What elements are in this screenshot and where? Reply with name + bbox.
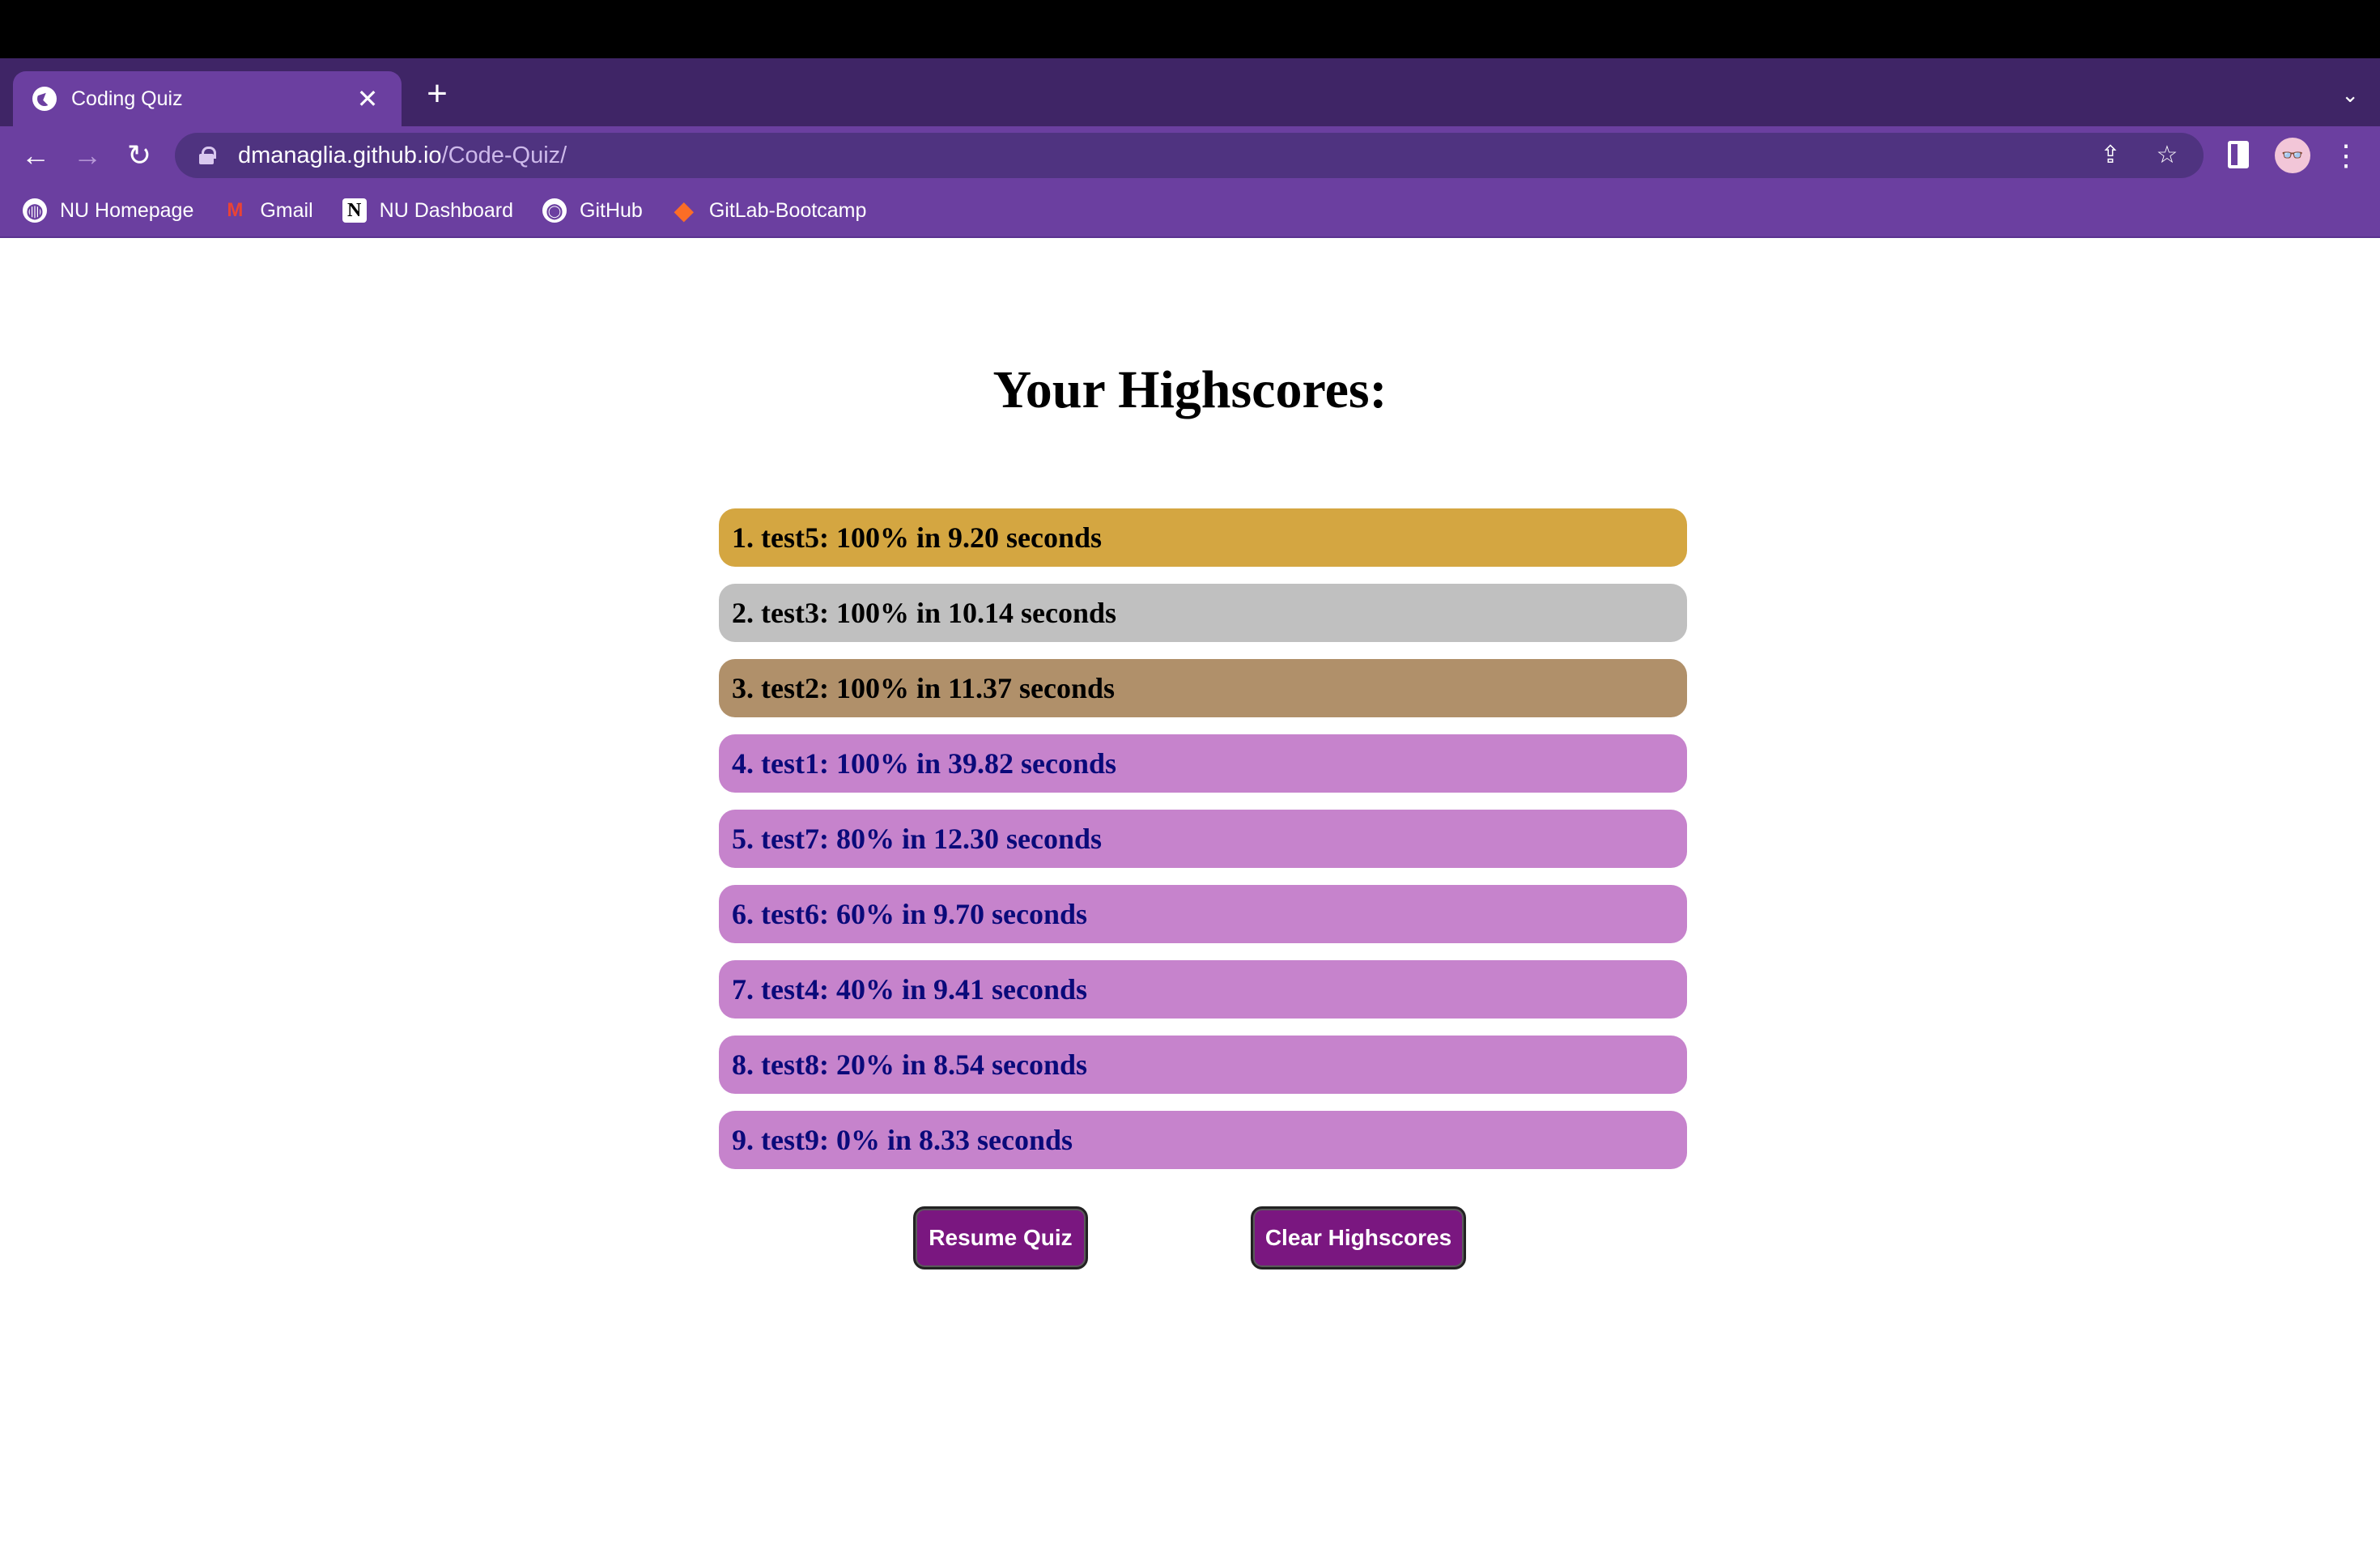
bookmark-label: NU Homepage bbox=[60, 198, 194, 222]
highscore-item: 4. test1: 100% in 39.82 seconds bbox=[719, 734, 1687, 793]
clear-highscores-button[interactable]: Clear Highscores bbox=[1251, 1206, 1466, 1269]
globe-icon bbox=[32, 87, 57, 111]
bookmark-nu-dashboard[interactable]: N NU Dashboard bbox=[342, 198, 513, 223]
tab-coding-quiz[interactable]: Coding Quiz ✕ bbox=[13, 71, 402, 126]
forward-button[interactable]: → bbox=[70, 138, 105, 173]
gmail-icon: M bbox=[227, 199, 244, 221]
back-button[interactable]: ← bbox=[18, 138, 53, 173]
lock-icon[interactable] bbox=[199, 147, 216, 164]
side-panel-icon[interactable] bbox=[2228, 141, 2249, 168]
highscore-item: 5. test7: 80% in 12.30 seconds bbox=[719, 810, 1687, 868]
url-host: dmanaglia.github.io bbox=[238, 142, 442, 168]
globe-icon: ◍ bbox=[23, 198, 47, 223]
reload-button[interactable]: ↻ bbox=[121, 138, 157, 173]
share-icon[interactable]: ⇪ bbox=[2097, 141, 2124, 170]
url-path: /Code-Quiz/ bbox=[441, 142, 567, 168]
avatar[interactable]: 👓 bbox=[2275, 138, 2310, 173]
bookmark-gmail[interactable]: M Gmail bbox=[223, 198, 312, 223]
resume-quiz-button[interactable]: Resume Quiz bbox=[913, 1206, 1088, 1269]
system-menubar bbox=[0, 0, 2380, 58]
chevron-down-icon[interactable]: ⌄ bbox=[2341, 83, 2359, 108]
bookmark-label: Gmail bbox=[260, 198, 313, 222]
bookmark-gitlab-bootcamp[interactable]: ◆ GitLab-Bootcamp bbox=[672, 197, 867, 224]
highscore-item: 2. test3: 100% in 10.14 seconds bbox=[719, 584, 1687, 642]
notion-icon: N bbox=[342, 198, 367, 223]
bookmark-label: GitHub bbox=[580, 198, 643, 222]
highscore-item: 7. test4: 40% in 9.41 seconds bbox=[719, 960, 1687, 1019]
address-bar[interactable]: dmanaglia.github.io/Code-Quiz/ ⇪ ☆ bbox=[175, 133, 2204, 178]
highscore-list: 1. test5: 100% in 9.20 seconds 2. test3:… bbox=[719, 508, 1687, 1186]
bookmark-label: GitLab-Bootcamp bbox=[708, 198, 867, 222]
close-icon[interactable]: ✕ bbox=[353, 83, 382, 114]
github-icon: ◉ bbox=[542, 198, 567, 223]
highscore-item: 8. test8: 20% in 8.54 seconds bbox=[719, 1036, 1687, 1094]
gitlab-icon: ◆ bbox=[674, 197, 694, 224]
page-title: Your Highscores: bbox=[992, 360, 1388, 419]
highscore-item: 3. test2: 100% in 11.37 seconds bbox=[719, 659, 1687, 717]
star-icon[interactable]: ☆ bbox=[2153, 141, 2181, 170]
tab-title: Coding Quiz bbox=[71, 87, 183, 110]
page-content: Your Highscores: 1. test5: 100% in 9.20 … bbox=[0, 238, 2380, 1548]
tab-strip: Coding Quiz ✕ + ⌄ bbox=[0, 58, 2380, 126]
bookmark-label: NU Dashboard bbox=[379, 198, 514, 222]
new-tab-button[interactable]: + bbox=[421, 76, 453, 112]
highscore-item: 6. test6: 60% in 9.70 seconds bbox=[719, 885, 1687, 943]
browser-toolbar: ← → ↻ dmanaglia.github.io/Code-Quiz/ ⇪ ☆… bbox=[0, 126, 2380, 185]
bookmark-github[interactable]: ◉ GitHub bbox=[542, 198, 643, 223]
menu-icon[interactable]: ⋮ bbox=[2331, 138, 2361, 173]
bookmarks-bar: ◍ NU Homepage M Gmail N NU Dashboard ◉ G… bbox=[0, 185, 2380, 238]
highscore-item: 1. test5: 100% in 9.20 seconds bbox=[719, 508, 1687, 567]
bookmark-nu-homepage[interactable]: ◍ NU Homepage bbox=[23, 198, 193, 223]
highscore-item: 9. test9: 0% in 8.33 seconds bbox=[719, 1111, 1687, 1169]
